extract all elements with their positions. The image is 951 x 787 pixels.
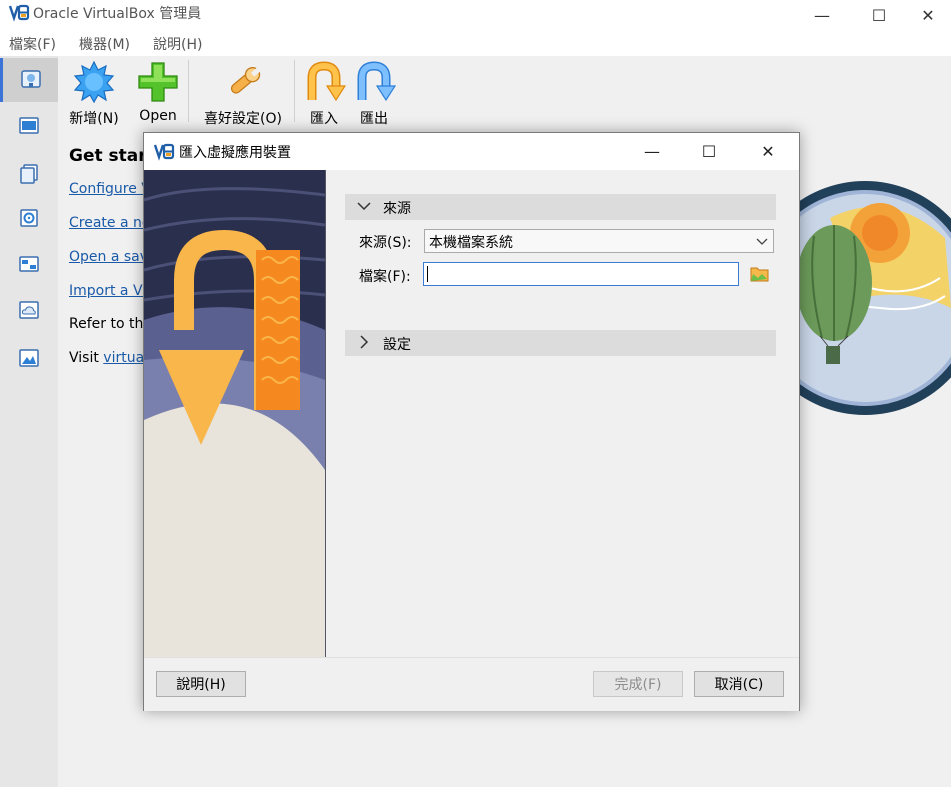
preferences-label: 喜好設定(O) [204,111,282,127]
minimize-button[interactable]: — [799,0,845,30]
machines-icon [19,117,39,134]
wrench-icon [230,67,261,94]
settings-section-title: 設定 [383,337,411,353]
welcome-heading: Get start [69,146,155,166]
dialog-footer: 說明(H) 完成(F) 取消(C) [144,657,799,711]
configure-link[interactable]: Configure V [69,181,151,197]
close-button[interactable]: ✕ [905,0,951,30]
toolbar-separator [188,60,189,122]
sidebar-item-network[interactable] [0,242,58,286]
source-section-header[interactable]: 來源 [345,194,776,220]
menu-bar: 檔案(F) 機器(M) 說明(H) [0,30,951,56]
file-label: 檔案(F): [359,269,411,285]
cloud-icon [19,301,39,319]
finish-button[interactable]: 完成(F) [593,671,683,697]
sidebar-item-extensions[interactable] [0,152,58,196]
sidebar-item-cloud[interactable] [0,288,58,332]
create-link[interactable]: Create a ne [69,215,150,231]
visit-text: Visit virtual [69,350,148,366]
new-label: 新增(N) [69,111,119,127]
visit-link[interactable]: virtual [103,350,148,366]
open-label: Open [139,108,177,124]
extensions-icon [20,164,38,184]
activities-icon [19,349,39,367]
chevron-down-icon [357,202,371,211]
network-icon [19,256,39,272]
chevron-right-icon [360,335,369,349]
chevron-down-icon [756,238,768,245]
sidebar-item-activities[interactable] [0,336,58,380]
sidebar [0,56,59,787]
welcome-icon [20,70,41,88]
dialog-minimize-button[interactable]: — [625,133,679,170]
green-plus-icon [138,62,178,102]
toolbar-separator [294,60,295,122]
refer-text: Refer to the [69,316,152,332]
new-button[interactable]: 新增(N) [64,56,124,130]
dialog-close-button[interactable]: ✕ [741,133,795,170]
file-path-input[interactable] [423,262,739,286]
import-link[interactable]: Import a VI [69,283,147,299]
virtualbox-logo-icon [153,143,175,161]
window-title: Oracle VirtualBox 管理員 [33,6,202,22]
open-saved-link[interactable]: Open a sav [69,249,148,265]
dialog-maximize-button[interactable]: ☐ [682,133,736,170]
dialog-title-bar: 匯入虛擬應用裝置 — ☐ ✕ [144,133,799,170]
import-button[interactable]: 匯入 [302,56,346,130]
dialog-title: 匯入虛擬應用裝置 [179,145,291,161]
export-label: 匯出 [360,111,388,127]
settings-section-header[interactable]: 設定 [345,330,776,356]
cancel-button[interactable]: 取消(C) [694,671,784,697]
virtualbox-logo-icon [8,4,30,22]
export-button[interactable]: 匯出 [352,56,396,130]
menu-help[interactable]: 說明(H) [153,34,202,54]
maximize-button[interactable]: ☐ [856,0,902,30]
source-value: 本機檔案系統 [429,235,513,251]
source-label: 來源(S): [359,235,412,251]
import-arrow-icon [307,61,346,102]
toolbar: 新增(N) Open 喜好設定(O) 匯入 匯出 [58,56,951,130]
open-button[interactable]: Open [132,56,184,130]
source-section-title: 來源 [383,201,411,217]
visit-prefix: Visit [69,350,104,366]
menu-file[interactable]: 檔案(F) [9,34,56,54]
help-button[interactable]: 說明(H) [156,671,246,697]
import-appliance-dialog: 匯入虛擬應用裝置 — ☐ ✕ 來源 來源(S): 本機檔案系統 檔案(F): 設… [143,132,800,711]
dialog-form-pane: 來源 來源(S): 本機檔案系統 檔案(F): 設定 [326,170,799,657]
wizard-import-art [144,170,326,657]
sidebar-item-machines[interactable] [0,104,58,148]
title-bar: Oracle VirtualBox 管理員 — ☐ ✕ [0,0,951,30]
media-icon [20,209,38,227]
source-dropdown[interactable]: 本機檔案系統 [424,229,774,253]
folder-open-icon[interactable] [749,263,771,285]
text-caret [427,266,428,282]
menu-machine[interactable]: 機器(M) [79,34,130,54]
sidebar-item-media[interactable] [0,196,58,240]
sidebar-item-welcome[interactable] [0,58,58,102]
import-label: 匯入 [310,111,338,127]
export-arrow-icon [357,61,396,102]
preferences-button[interactable]: 喜好設定(O) [198,56,288,130]
new-starburst-icon [73,60,115,104]
